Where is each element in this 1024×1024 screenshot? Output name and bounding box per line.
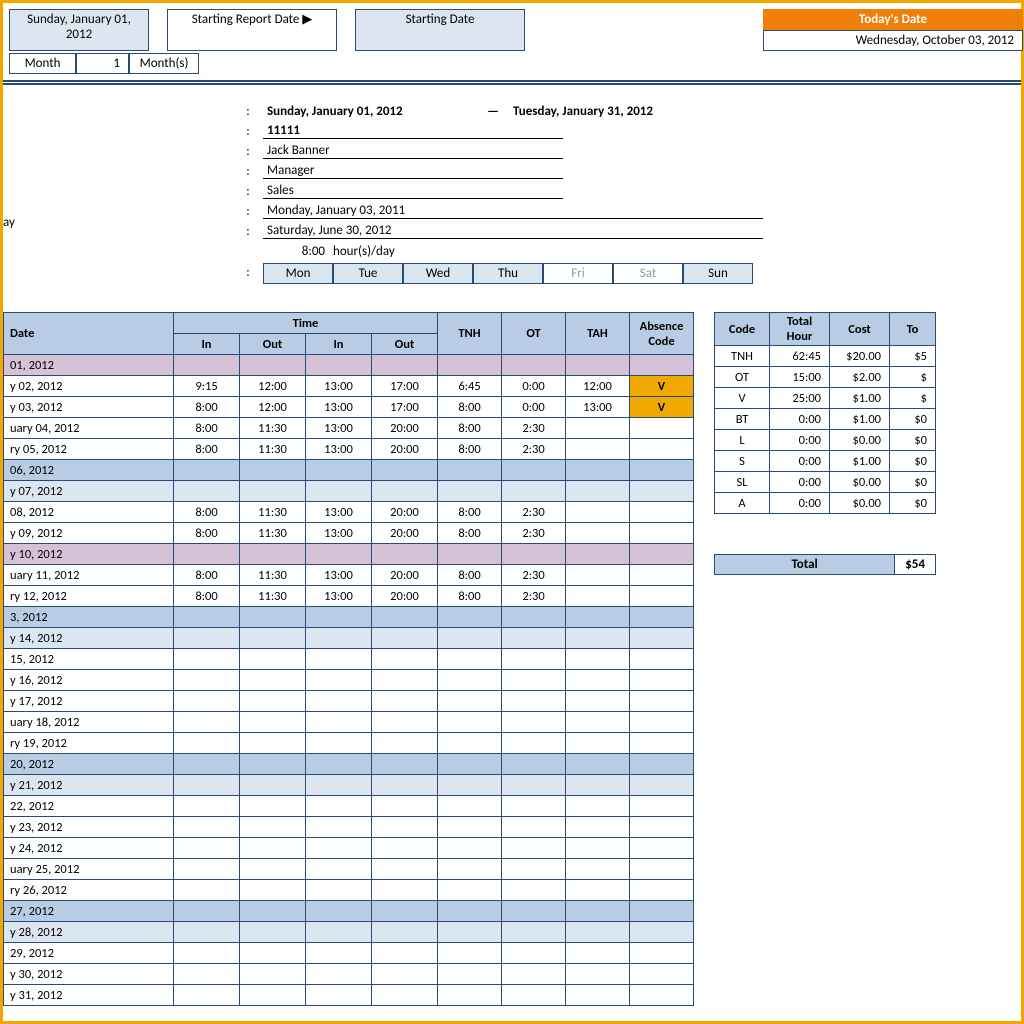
table-row[interactable]: y 03, 20128:0012:0013:0017:008:000:0013:… [4, 397, 694, 418]
summary-row: V25:00$1.00$ [715, 388, 936, 409]
summary-row: BT0:00$1.00$0 [715, 409, 936, 430]
day-sun[interactable]: Sun [683, 263, 753, 284]
summary-row: SL0:00$0.00$0 [715, 472, 936, 493]
period-start: Sunday, January 01, 2012 [263, 104, 473, 119]
table-row[interactable]: y 10, 2012 [4, 544, 694, 565]
department: Sales [263, 183, 563, 199]
months-label: Month(s) [129, 53, 199, 74]
todays-date-header: Today's Date [763, 9, 1023, 30]
table-row[interactable]: uary 25, 2012 [4, 859, 694, 880]
starting-report-date-label: Starting Report Date ▶ [167, 9, 337, 51]
employee-name: Jack Banner [263, 143, 563, 159]
report-start-date[interactable]: Sunday, January 01, 2012 [9, 9, 149, 51]
col-absence: Absence Code [630, 313, 694, 355]
starting-date-label: Starting Date [355, 9, 525, 51]
col-out2: Out [372, 334, 438, 355]
col-tnh: TNH [438, 313, 502, 355]
col-out1: Out [240, 334, 306, 355]
col-ot: OT [502, 313, 566, 355]
summary-row: L0:00$0.00$0 [715, 430, 936, 451]
table-row[interactable]: y 23, 2012 [4, 817, 694, 838]
table-row[interactable]: y 02, 20129:1512:0013:0017:006:450:0012:… [4, 376, 694, 397]
table-row[interactable]: 06, 2012 [4, 460, 694, 481]
hours-unit: hour(s)/day [333, 244, 395, 259]
table-row[interactable]: 27, 2012 [4, 901, 694, 922]
table-row[interactable]: y 17, 2012 [4, 691, 694, 712]
end-date: Saturday, June 30, 2012 [263, 223, 763, 239]
table-row[interactable]: ry 26, 2012 [4, 880, 694, 901]
total-value: $54 [894, 555, 935, 574]
row-label-fragment: ay [3, 85, 23, 294]
sum-col-to: To [890, 313, 936, 346]
day-fri[interactable]: Fri [543, 263, 613, 284]
month-value[interactable]: 1 [76, 53, 129, 74]
day-thu[interactable]: Thu [473, 263, 543, 284]
table-row[interactable]: 01, 2012 [4, 355, 694, 376]
table-row[interactable]: y 16, 2012 [4, 670, 694, 691]
day-sat[interactable]: Sat [613, 263, 683, 284]
period-end: Tuesday, January 31, 2012 [513, 104, 653, 119]
day-mon[interactable]: Mon [263, 263, 333, 284]
sum-col-cost: Cost [830, 313, 890, 346]
summary-row: A0:00$0.00$0 [715, 493, 936, 514]
table-row[interactable]: 22, 2012 [4, 796, 694, 817]
summary-row: OT15:00$2.00$ [715, 367, 936, 388]
table-row[interactable]: y 30, 2012 [4, 964, 694, 985]
table-row[interactable]: ry 05, 20128:0011:3013:0020:008:002:30 [4, 439, 694, 460]
table-row[interactable]: uary 18, 2012 [4, 712, 694, 733]
summary-panel: Code Total Hour Cost To TNH62:45$20.00$5… [714, 312, 936, 1006]
table-row[interactable]: 3, 2012 [4, 607, 694, 628]
hire-date: Monday, January 03, 2011 [263, 203, 763, 219]
total-box: Total $54 [714, 554, 936, 575]
table-row[interactable]: ry 12, 20128:0011:3013:0020:008:002:30 [4, 586, 694, 607]
table-row[interactable]: 15, 2012 [4, 649, 694, 670]
table-row[interactable]: uary 11, 20128:0011:3013:0020:008:002:30 [4, 565, 694, 586]
employee-title: Manager [263, 163, 563, 179]
table-row[interactable]: 20, 2012 [4, 754, 694, 775]
table-row[interactable]: 08, 20128:0011:3013:0020:008:002:30 [4, 502, 694, 523]
col-tah: TAH [566, 313, 630, 355]
table-row[interactable]: y 09, 20128:0011:3013:0020:008:002:30 [4, 523, 694, 544]
employee-id: 11111 [263, 123, 563, 139]
workdays-row: MonTueWedThuFriSatSun [263, 263, 753, 284]
info-section: : Sunday, January 01, 2012 — Tuesday, Ja… [23, 85, 763, 294]
col-time: Time [174, 313, 438, 334]
table-row[interactable]: ry 19, 2012 [4, 733, 694, 754]
table-row[interactable]: y 28, 2012 [4, 922, 694, 943]
summary-row: S0:00$1.00$0 [715, 451, 936, 472]
sum-col-hours: Total Hour [770, 313, 830, 346]
day-wed[interactable]: Wed [403, 263, 473, 284]
col-in1: In [174, 334, 240, 355]
summary-row: TNH62:45$20.00$5 [715, 346, 936, 367]
day-tue[interactable]: Tue [333, 263, 403, 284]
table-row[interactable]: y 21, 2012 [4, 775, 694, 796]
dash-icon: — [473, 104, 513, 119]
top-bar: Sunday, January 01, 2012 Starting Report… [3, 3, 1021, 53]
summary-table: Code Total Hour Cost To TNH62:45$20.00$5… [714, 312, 936, 514]
col-date: Date [4, 313, 174, 355]
hours-value: 8:00 [263, 244, 333, 259]
table-row[interactable]: y 24, 2012 [4, 838, 694, 859]
table-row[interactable]: uary 04, 20128:0011:3013:0020:008:002:30 [4, 418, 694, 439]
timesheet-table: Date Time TNH OT TAH Absence Code In Out… [3, 312, 694, 1006]
total-label: Total [715, 555, 894, 574]
table-row[interactable]: y 31, 2012 [4, 985, 694, 1006]
table-row[interactable]: 29, 2012 [4, 943, 694, 964]
month-label: Month [9, 53, 76, 74]
col-in2: In [306, 334, 372, 355]
table-row[interactable]: y 07, 2012 [4, 481, 694, 502]
todays-date-value: Wednesday, October 03, 2012 [763, 30, 1023, 51]
sum-col-code: Code [715, 313, 770, 346]
table-row[interactable]: y 14, 2012 [4, 628, 694, 649]
